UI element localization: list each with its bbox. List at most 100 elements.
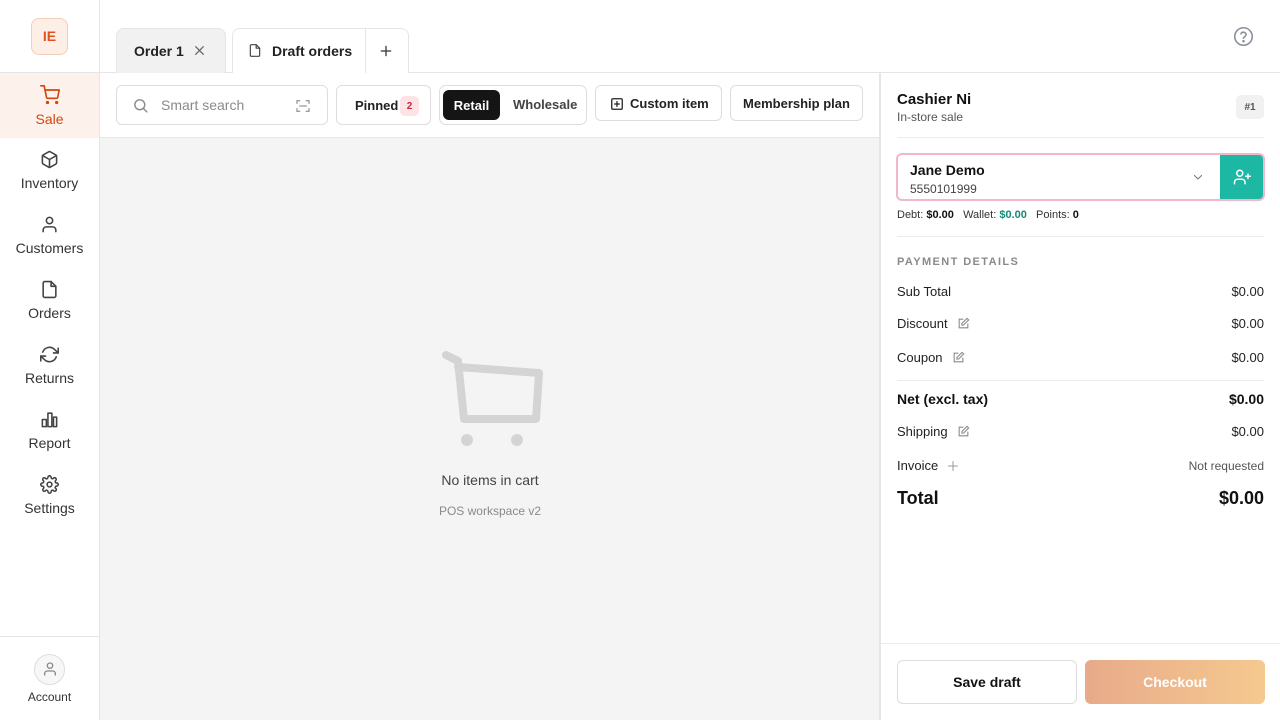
- empty-cart-icon: [436, 347, 544, 451]
- invoice-label: Invoice: [897, 458, 939, 473]
- plus-square-icon: [610, 97, 624, 111]
- logo-area: IE: [0, 0, 99, 73]
- subtotal-label: Sub Total: [897, 284, 951, 299]
- user-icon: [42, 661, 58, 677]
- toolbar: Smart search Pinned 2 Retail Wholesale C…: [100, 73, 880, 138]
- sidebar-item-report[interactable]: Report: [0, 398, 99, 463]
- empty-cart-title: No items in cart: [441, 472, 539, 488]
- customer-balances: Debt: $0.00 Wallet: $0.00 Points: 0: [897, 209, 1079, 221]
- account-label: Account: [27, 689, 72, 704]
- user-plus-icon: [1233, 168, 1251, 186]
- coupon-row: Coupon $0.00: [897, 350, 1264, 365]
- discount-label: Discount: [897, 316, 948, 331]
- sidebar-item-label: Inventory: [20, 175, 79, 191]
- search-placeholder: Smart search: [161, 97, 245, 113]
- panel-footer: Save draft Checkout: [881, 643, 1280, 720]
- sidebar-item-settings[interactable]: Settings: [0, 463, 99, 528]
- pinned-count-badge: 2: [400, 96, 419, 116]
- document-icon: [248, 43, 262, 58]
- discount-value: $0.00: [1231, 316, 1264, 331]
- gear-icon: [40, 475, 59, 494]
- total-label: Total: [897, 488, 939, 508]
- divider: [897, 137, 1264, 138]
- save-draft-button[interactable]: Save draft: [897, 660, 1077, 704]
- sidebar-item-label: Returns: [24, 370, 75, 386]
- sidebar-item-label: Sale: [35, 110, 64, 127]
- tab-draft-orders[interactable]: Draft orders: [232, 28, 409, 73]
- order-panel: Cashier Ni In-store sale #1 Jane Demo 55…: [881, 73, 1280, 720]
- tab-label: Draft orders: [272, 43, 353, 59]
- refresh-icon: [40, 345, 59, 364]
- sidebar-item-returns[interactable]: Returns: [0, 333, 99, 398]
- chevron-down-icon[interactable]: [1192, 171, 1204, 183]
- invoice-row: Invoice Not requested: [897, 458, 1264, 473]
- membership-plan-button[interactable]: Membership plan: [730, 85, 863, 121]
- pinned-label: Pinned: [355, 98, 399, 113]
- mode-retail[interactable]: Retail: [443, 90, 500, 120]
- subtotal-value: $0.00: [1231, 284, 1264, 299]
- new-tab-plus-icon[interactable]: [379, 44, 393, 58]
- divider: [365, 29, 366, 73]
- customer-phone: 5550101999: [910, 182, 977, 196]
- document-icon: [40, 280, 59, 299]
- shipping-row: Shipping $0.00: [897, 424, 1264, 439]
- coupon-value: $0.00: [1231, 350, 1264, 365]
- tab-order-1[interactable]: Order 1: [116, 28, 226, 73]
- app-logo[interactable]: IE: [31, 17, 68, 55]
- help-icon[interactable]: [1233, 26, 1254, 47]
- close-icon[interactable]: [193, 44, 206, 57]
- wallet-label: Wallet:: [963, 209, 997, 221]
- sale-type: In-store sale: [897, 110, 964, 124]
- barcode-scan-icon[interactable]: [295, 98, 311, 114]
- edit-icon[interactable]: [952, 351, 965, 364]
- plus-icon[interactable]: [947, 460, 959, 472]
- sidebar-item-orders[interactable]: Orders: [0, 268, 99, 333]
- sidebar-item-label: Orders: [28, 305, 71, 321]
- net-value: $0.00: [1228, 391, 1264, 407]
- checkout-button[interactable]: Checkout: [1085, 660, 1265, 704]
- shipping-value: $0.00: [1231, 424, 1264, 439]
- price-mode-toggle: Retail Wholesale: [439, 85, 587, 125]
- debt-value: $0.00: [926, 209, 954, 221]
- account-button[interactable]: Account: [0, 636, 99, 720]
- divider: [897, 236, 1264, 237]
- user-icon: [40, 215, 59, 234]
- search-icon: [132, 97, 149, 114]
- coupon-label: Coupon: [897, 350, 943, 365]
- mode-wholesale[interactable]: Wholesale: [513, 97, 577, 112]
- sidebar-item-label: Report: [28, 435, 71, 451]
- debt-label: Debt:: [897, 209, 924, 221]
- cart-area: Smart search Pinned 2 Retail Wholesale C…: [100, 73, 880, 720]
- sidebar-nav: IE Sale Inventory Customers Orders Retur…: [0, 0, 100, 720]
- sidebar-item-sale[interactable]: Sale: [0, 73, 99, 138]
- shipping-label: Shipping: [897, 424, 948, 439]
- add-customer-button[interactable]: [1220, 155, 1263, 199]
- edit-icon[interactable]: [957, 317, 970, 330]
- avatar: [34, 653, 65, 685]
- box-icon: [40, 150, 59, 169]
- custom-item-label: Custom item: [630, 96, 709, 111]
- payment-details-heading: PAYMENT DETAILS: [897, 256, 1020, 268]
- total-row: Total $0.00: [897, 488, 1264, 509]
- edit-icon[interactable]: [957, 425, 970, 438]
- discount-row: Discount $0.00: [897, 316, 1264, 331]
- sidebar-item-label: Customers: [15, 240, 84, 256]
- tab-bar: Order 1 Draft orders: [100, 0, 1280, 73]
- search-input[interactable]: Smart search: [116, 85, 328, 125]
- subtotal-row: Sub Total $0.00: [897, 284, 1264, 299]
- custom-item-button[interactable]: Custom item: [595, 85, 722, 121]
- bar-chart-icon: [40, 410, 59, 429]
- cashier-name: Cashier Ni: [897, 91, 972, 108]
- net-row: Net (excl. tax) $0.00: [897, 391, 1264, 407]
- sidebar-item-customers[interactable]: Customers: [0, 203, 99, 268]
- sidebar-item-inventory[interactable]: Inventory: [0, 138, 99, 203]
- wallet-value: $0.00: [999, 209, 1027, 221]
- customer-name: Jane Demo: [910, 162, 985, 178]
- invoice-status: Not requested: [1188, 458, 1264, 473]
- customer-selector[interactable]: Jane Demo 5550101999: [896, 153, 1265, 201]
- sidebar-item-label: Settings: [24, 500, 75, 516]
- cart-icon: [39, 84, 60, 105]
- tab-label: Order 1: [134, 43, 184, 59]
- pinned-button[interactable]: Pinned 2: [336, 85, 431, 125]
- divider: [897, 380, 1264, 381]
